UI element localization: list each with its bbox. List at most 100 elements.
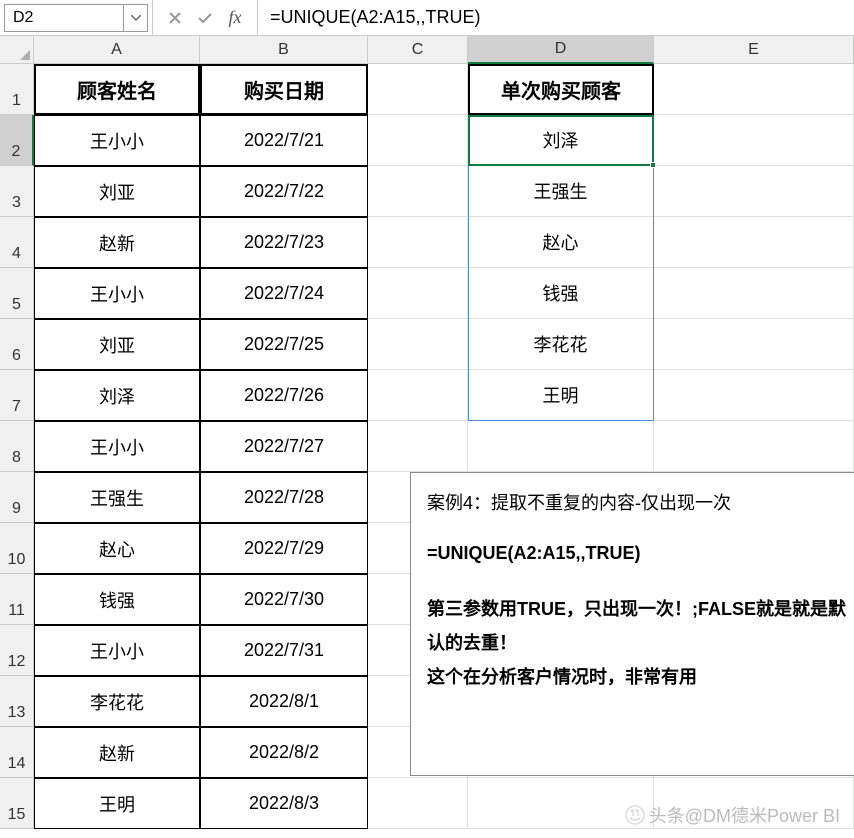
cell-C6[interactable] [368,319,468,370]
row-6: 刘亚2022/7/25 李花花 [34,319,854,370]
cell-B9[interactable]: 2022/7/28 [200,472,368,523]
fx-button[interactable]: fx [225,8,245,28]
cell-E4[interactable] [654,217,854,268]
row-2: 王小小2022/7/21 刘泽 [34,115,854,166]
cell-D2[interactable]: 刘泽 [468,115,654,166]
cell-C5[interactable] [368,268,468,319]
cell-B3[interactable]: 2022/7/22 [200,166,368,217]
cancel-button[interactable] [165,8,185,28]
cell-E1[interactable] [654,64,854,115]
cell-A15[interactable]: 王明 [34,778,200,829]
cell-A6[interactable]: 刘亚 [34,319,200,370]
name-box-dropdown[interactable] [124,4,148,32]
row-3: 刘亚2022/7/22 王强生 [34,166,854,217]
row-header-13[interactable]: 13 [0,676,34,727]
cell-A1[interactable]: 顾客姓名 [34,64,200,115]
cell-A8[interactable]: 王小小 [34,421,200,472]
cell-C8[interactable] [368,421,468,472]
row-header-15[interactable]: 15 [0,778,34,829]
cell-B2[interactable]: 2022/7/21 [200,115,368,166]
cell-A4[interactable]: 赵新 [34,217,200,268]
cell-E2[interactable] [654,115,854,166]
cell-B7[interactable]: 2022/7/26 [200,370,368,421]
row-header-2[interactable]: 2 [0,115,34,166]
cell-D4[interactable]: 赵心 [468,217,654,268]
cell-D8[interactable] [468,421,654,472]
cell-B6[interactable]: 2022/7/25 [200,319,368,370]
row-headers: 123456789101112131415 [0,64,34,829]
cell-E3[interactable] [654,166,854,217]
column-header-C[interactable]: C [368,36,468,64]
row-5: 王小小2022/7/24 钱强 [34,268,854,319]
column-header-E[interactable]: E [654,36,854,64]
annotation-textbox[interactable]: 案例4：提取不重复的内容-仅出现一次 =UNIQUE(A2:A15,,TRUE)… [410,472,854,776]
formula-input[interactable]: =UNIQUE(A2:A15,,TRUE) [258,0,854,35]
cell-D7[interactable]: 王明 [468,370,654,421]
name-box[interactable]: D2 [4,4,124,32]
cell-A13[interactable]: 李花花 [34,676,200,727]
row-header-4[interactable]: 4 [0,217,34,268]
row-header-14[interactable]: 14 [0,727,34,778]
row-4: 赵新2022/7/23 赵心 [34,217,854,268]
cell-E8[interactable] [654,421,854,472]
cell-D3[interactable]: 王强生 [468,166,654,217]
row-header-11[interactable]: 11 [0,574,34,625]
chevron-down-icon [131,15,141,21]
spreadsheet-grid: 123456789101112131415 ABCDE 顾客姓名购买日期单次购买… [0,36,854,829]
cell-B14[interactable]: 2022/8/2 [200,727,368,778]
row-header-5[interactable]: 5 [0,268,34,319]
cell-A14[interactable]: 赵新 [34,727,200,778]
cell-A5[interactable]: 王小小 [34,268,200,319]
row-1: 顾客姓名购买日期 单次购买顾客 [34,64,854,115]
cell-E7[interactable] [654,370,854,421]
cell-B5[interactable]: 2022/7/24 [200,268,368,319]
textbox-title: 案例4：提取不重复的内容-仅出现一次 [427,487,854,519]
cell-C1[interactable] [368,64,468,115]
cell-A10[interactable]: 赵心 [34,523,200,574]
cell-B11[interactable]: 2022/7/30 [200,574,368,625]
cell-B8[interactable]: 2022/7/27 [200,421,368,472]
watermark: 头条@DM德米Power BI [625,802,840,828]
select-all-corner[interactable] [0,36,34,64]
cells-area[interactable]: 顾客姓名购买日期单次购买顾客王小小2022/7/21刘泽刘亚2022/7/22王… [34,64,854,829]
cell-B15[interactable]: 2022/8/3 [200,778,368,829]
confirm-button[interactable] [195,8,215,28]
formula-bar: D2 fx =UNIQUE(A2:A15,,TRUE) [0,0,854,36]
cell-E5[interactable] [654,268,854,319]
row-header-10[interactable]: 10 [0,523,34,574]
cell-B13[interactable]: 2022/8/1 [200,676,368,727]
row-header-3[interactable]: 3 [0,166,34,217]
row-header-9[interactable]: 9 [0,472,34,523]
cell-C4[interactable] [368,217,468,268]
column-header-A[interactable]: A [34,36,200,64]
cell-C7[interactable] [368,370,468,421]
textbox-note-2: 这个在分析客户情况时，非常有用 [427,660,854,694]
row-header-8[interactable]: 8 [0,421,34,472]
cell-A12[interactable]: 王小小 [34,625,200,676]
cell-C2[interactable] [368,115,468,166]
cell-A11[interactable]: 钱强 [34,574,200,625]
cell-A7[interactable]: 刘泽 [34,370,200,421]
cell-A3[interactable]: 刘亚 [34,166,200,217]
cell-C15[interactable] [368,778,468,829]
row-7: 刘泽2022/7/26 王明 [34,370,854,421]
cell-E6[interactable] [654,319,854,370]
cell-B10[interactable]: 2022/7/29 [200,523,368,574]
row-header-6[interactable]: 6 [0,319,34,370]
cell-A2[interactable]: 王小小 [34,115,200,166]
textbox-note-1: 第三参数用TRUE，只出现一次！;FALSE就是就是默认的去重！ [427,592,854,660]
row-header-12[interactable]: 12 [0,625,34,676]
cell-D1[interactable]: 单次购买顾客 [468,64,654,115]
column-header-B[interactable]: B [200,36,368,64]
cell-A9[interactable]: 王强生 [34,472,200,523]
row-8: 王小小2022/7/27 [34,421,854,472]
cell-B1[interactable]: 购买日期 [200,64,368,115]
row-header-7[interactable]: 7 [0,370,34,421]
cell-D5[interactable]: 钱强 [468,268,654,319]
cell-C3[interactable] [368,166,468,217]
row-header-1[interactable]: 1 [0,64,34,115]
cell-D6[interactable]: 李花花 [468,319,654,370]
cell-B4[interactable]: 2022/7/23 [200,217,368,268]
column-header-D[interactable]: D [468,36,654,64]
cell-B12[interactable]: 2022/7/31 [200,625,368,676]
